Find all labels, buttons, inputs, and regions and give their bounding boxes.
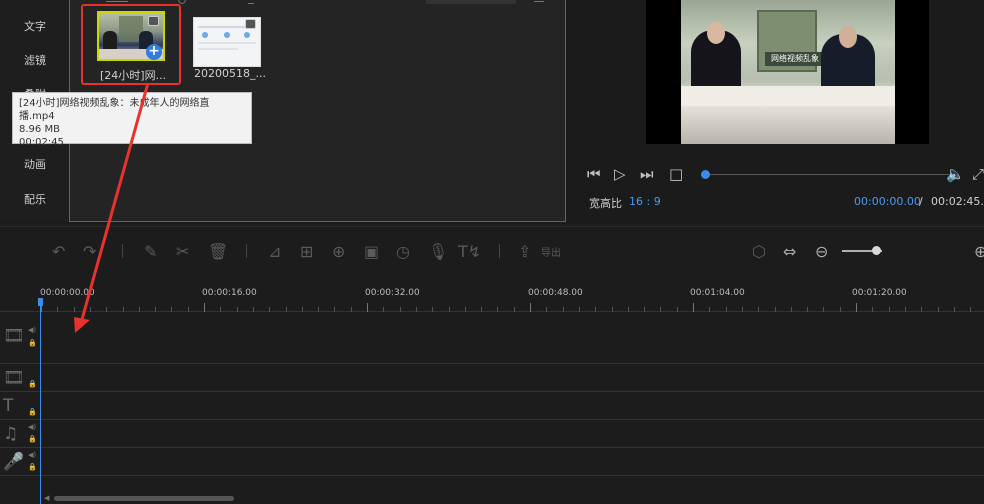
annotation-arrow <box>74 82 150 333</box>
